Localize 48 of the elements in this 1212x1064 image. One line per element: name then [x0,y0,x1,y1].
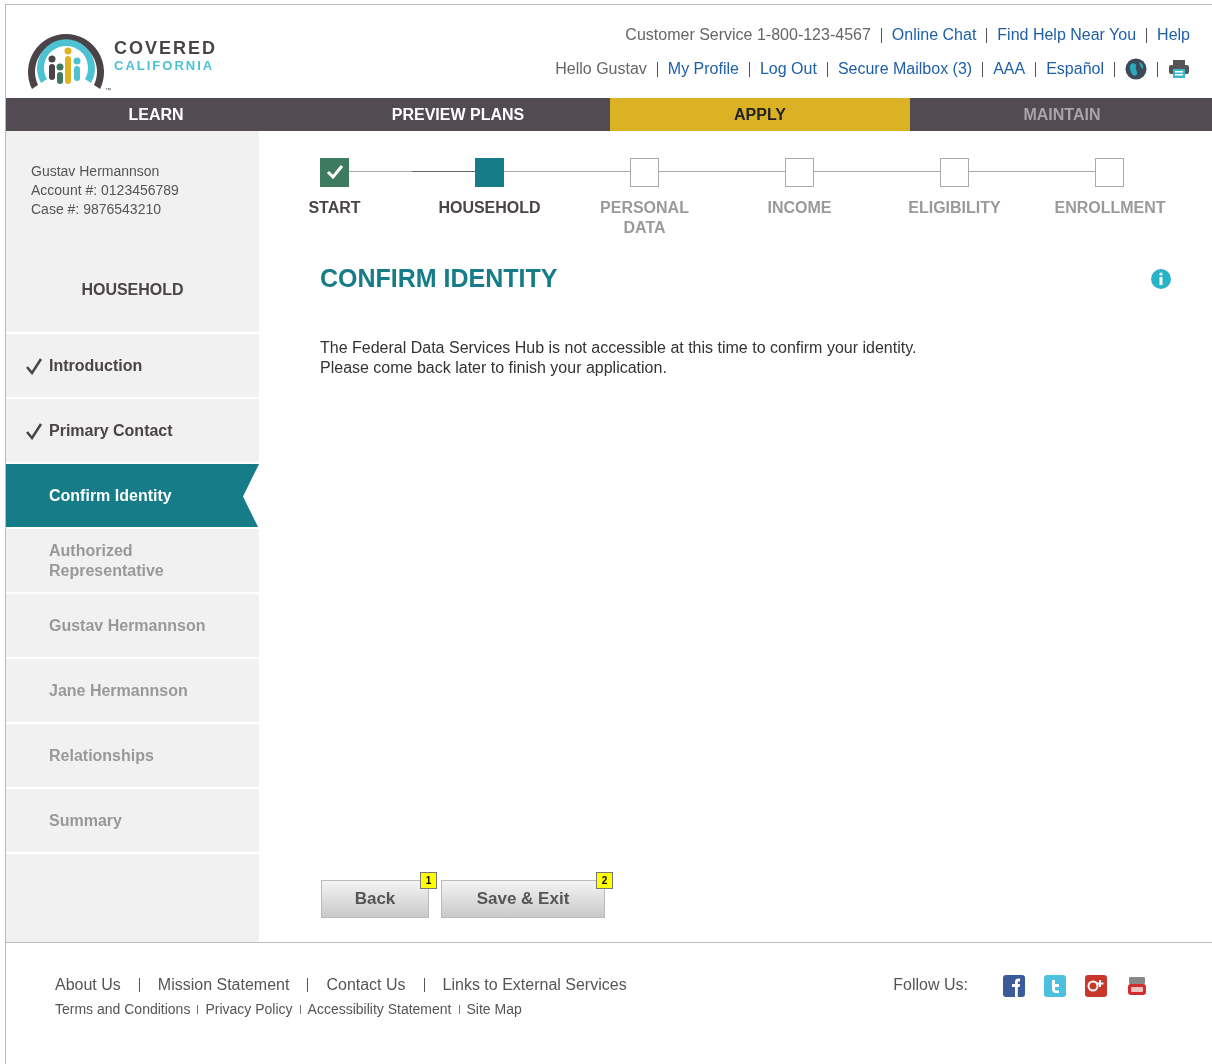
logo-subtext: CALIFORNIA [114,58,216,74]
step-label: PERSONAL DATA [599,198,690,238]
footer-link[interactable]: Contact Us [326,975,406,995]
account-info: Gustav Hermannson [31,162,161,181]
footer-link[interactable]: Site Map [466,999,522,1019]
check-icon [25,421,43,440]
step-label: INCOME [766,198,833,218]
footer-link[interactable]: Accessibility Statement [307,999,452,1019]
sidebar-item[interactable]: Confirm Identity [6,464,259,529]
header-text: Hello Gustav [555,59,647,79]
message-text: The Federal Data Services Hub is not accessible at this time to confirm your identity. [320,337,918,358]
header-link[interactable]: Log Out [759,59,817,79]
header-link[interactable]: Secure Mailbox (3) [837,59,973,79]
header-link[interactable]: Find Help Near You [997,25,1137,45]
step-label: START [307,198,362,218]
header-link[interactable]: My Profile [667,59,739,79]
video-icon[interactable] [1126,975,1148,997]
logo-text: COVERED [114,38,217,58]
check-icon [325,164,344,180]
google-plus-icon[interactable] [1085,975,1107,997]
footer-link[interactable]: Links to External Services [442,975,627,995]
sidebar-title: HOUSEHOLD [81,280,184,300]
footer-link[interactable]: Mission Statement [157,975,290,995]
message-text: Please come back later to finish your application. [320,357,668,378]
text-size-link[interactable]: AAA [993,59,1026,79]
follow-label: Follow Us: [893,975,968,995]
footer-link[interactable]: About Us [55,975,121,995]
header-link[interactable]: Help [1157,25,1190,45]
step-label: HOUSEHOLD [437,198,542,218]
step-label: ENROLLMENT [1054,198,1165,218]
pointer-notch [243,464,259,529]
nav-tab[interactable]: APPLY [610,98,910,131]
badge: 2 [596,872,613,889]
badge: 1 [420,872,437,889]
account-info: Account #: 0123456789 [31,181,180,200]
globe-icon[interactable] [1125,58,1147,80]
printer-icon[interactable] [1168,59,1190,79]
footer-link[interactable]: Terms and Conditions [55,999,191,1019]
step-label: ELIGIBILITY [907,198,1002,218]
header-link[interactable]: Online Chat [891,25,977,45]
sidebar-item[interactable]: Introduction [6,334,259,399]
header-link[interactable]: Español [1046,59,1104,79]
page-heading: CONFIRM IDENTITY [320,263,558,294]
facebook-icon[interactable] [1003,975,1025,997]
account-info: Case #: 9876543210 [31,200,162,219]
header-text: Customer Service 1-800-123-4567 [625,25,871,45]
check-icon [25,356,43,375]
footer-link[interactable]: Privacy Policy [205,999,293,1019]
